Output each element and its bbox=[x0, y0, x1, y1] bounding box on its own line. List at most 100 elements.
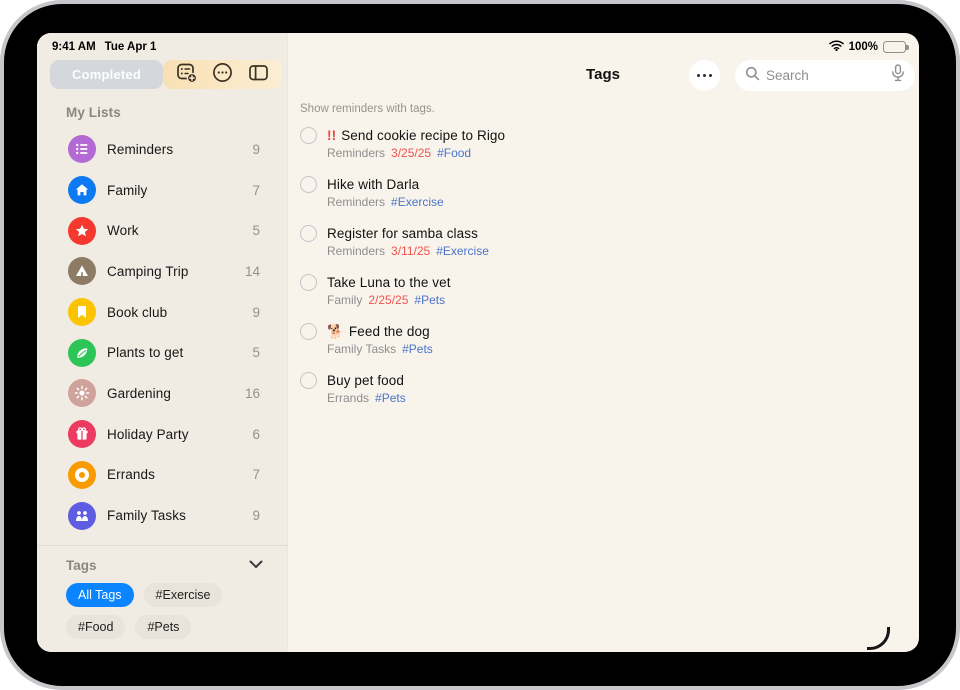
sidebar-item-gardening[interactable]: Gardening 16 bbox=[37, 373, 287, 414]
status-bar: 9:41 AM Tue Apr 1 100% bbox=[52, 39, 906, 55]
reminder-row[interactable]: Take Luna to the vet Family 2/25/25 #Pet… bbox=[300, 274, 720, 308]
date: Tue Apr 1 bbox=[105, 41, 157, 53]
chip-pets[interactable]: #Pets bbox=[135, 615, 191, 639]
sidebar-item-camping-trip[interactable]: Camping Trip 14 bbox=[37, 251, 287, 292]
list-label: Family Tasks bbox=[107, 508, 186, 523]
list-label: Book club bbox=[107, 305, 167, 320]
list-count: 5 bbox=[252, 223, 260, 238]
sidebar-columns-icon bbox=[247, 61, 270, 89]
reminder-tag[interactable]: #Pets bbox=[414, 293, 445, 308]
reminder-meta: Reminders 3/11/25 #Exercise bbox=[327, 244, 489, 259]
add-list-icon bbox=[175, 61, 198, 89]
checkbox-circle[interactable] bbox=[300, 127, 317, 144]
checkbox-circle[interactable] bbox=[300, 323, 317, 340]
chip-all-tags[interactable]: All Tags bbox=[66, 583, 134, 607]
my-lists: Reminders 9 Family 7 Wor bbox=[37, 129, 287, 536]
toggle-sidebar-button[interactable] bbox=[246, 63, 270, 87]
reminder-title: Register for samba class bbox=[327, 225, 489, 242]
completed-button[interactable]: Completed bbox=[50, 60, 163, 89]
my-lists-heading: My Lists bbox=[66, 105, 121, 120]
checkbox-circle[interactable] bbox=[300, 274, 317, 291]
page-title: Tags bbox=[287, 66, 919, 83]
ipad-illustration: 9:41 AM Tue Apr 1 100% Comple bbox=[0, 0, 960, 690]
screen-corner-arc bbox=[867, 627, 890, 650]
tags-section: Tags All Tags #Exercise #Food #Pets bbox=[37, 545, 287, 639]
sidebar-item-plants-to-get[interactable]: Plants to get 5 bbox=[37, 332, 287, 373]
wifi-icon bbox=[829, 40, 844, 54]
reminder-tag[interactable]: #Exercise bbox=[436, 244, 489, 259]
list-count: 9 bbox=[252, 305, 260, 320]
sidebar-item-errands[interactable]: Errands 7 bbox=[37, 455, 287, 496]
list-count: 7 bbox=[252, 467, 260, 482]
list-label: Camping Trip bbox=[107, 264, 188, 279]
chip-exercise[interactable]: #Exercise bbox=[144, 583, 223, 607]
sidebar-item-holiday-party[interactable]: Holiday Party 6 bbox=[37, 414, 287, 455]
reminder-title: Take Luna to the vet bbox=[327, 274, 451, 291]
reminder-list-name: Reminders bbox=[327, 244, 385, 259]
sidebar-item-reminders[interactable]: Reminders 9 bbox=[37, 129, 287, 170]
checkbox-circle[interactable] bbox=[300, 176, 317, 193]
bookmark-icon bbox=[68, 298, 96, 326]
list-count: 16 bbox=[245, 386, 260, 401]
reminder-tag[interactable]: #Pets bbox=[402, 342, 433, 357]
list-label: Errands bbox=[107, 467, 155, 482]
checkbox-circle[interactable] bbox=[300, 225, 317, 242]
reminder-list-name: Family bbox=[327, 293, 362, 308]
star-icon bbox=[68, 217, 96, 245]
tent-icon bbox=[68, 257, 96, 285]
tag-chips: All Tags #Exercise #Food #Pets bbox=[37, 574, 287, 639]
reminder-list-name: Errands bbox=[327, 391, 369, 406]
list-label: Work bbox=[107, 223, 139, 238]
chip-food[interactable]: #Food bbox=[66, 615, 125, 639]
clock: 9:41 AM bbox=[52, 41, 96, 53]
reminder-tag[interactable]: #Pets bbox=[375, 391, 406, 406]
bullet-list-icon bbox=[68, 135, 96, 163]
reminder-meta: Reminders #Exercise bbox=[327, 195, 444, 210]
reminder-meta: Family 2/25/25 #Pets bbox=[327, 293, 451, 308]
checkbox-circle[interactable] bbox=[300, 372, 317, 389]
list-count: 5 bbox=[252, 345, 260, 360]
list-count: 9 bbox=[252, 142, 260, 157]
screen: 9:41 AM Tue Apr 1 100% Comple bbox=[37, 33, 919, 652]
list-count: 7 bbox=[252, 183, 260, 198]
reminder-row[interactable]: !! Send cookie recipe to Rigo Reminders … bbox=[300, 127, 720, 161]
list-label: Plants to get bbox=[107, 345, 183, 360]
reminder-meta: Errands #Pets bbox=[327, 391, 406, 406]
reminder-meta: Family Tasks #Pets bbox=[327, 342, 433, 357]
list-count: 14 bbox=[245, 264, 260, 279]
reminder-date: 3/11/25 bbox=[391, 244, 430, 259]
sidebar-item-family-tasks[interactable]: Family Tasks 9 bbox=[37, 495, 287, 536]
reminder-meta: Reminders 3/25/25 #Food bbox=[327, 146, 505, 161]
reminder-tag[interactable]: #Food bbox=[437, 146, 471, 161]
reminder-title: Buy pet food bbox=[327, 372, 406, 389]
tags-description: Show reminders with tags. bbox=[300, 103, 435, 115]
toolbar-highlight bbox=[163, 60, 282, 89]
sidebar-item-family[interactable]: Family 7 bbox=[37, 170, 287, 211]
list-label: Gardening bbox=[107, 386, 171, 401]
reminder-date: 2/25/25 bbox=[368, 293, 408, 308]
leaf-icon bbox=[68, 339, 96, 367]
chevron-down-icon bbox=[249, 556, 263, 573]
sidebar: Completed bbox=[37, 33, 287, 652]
sidebar-item-book-club[interactable]: Book club 9 bbox=[37, 292, 287, 333]
reminder-tag[interactable]: #Exercise bbox=[391, 195, 444, 210]
sidebar-item-work[interactable]: Work 5 bbox=[37, 210, 287, 251]
more-options-sidebar-button[interactable] bbox=[210, 63, 234, 87]
reminder-row[interactable]: Register for samba class Reminders 3/11/… bbox=[300, 225, 720, 259]
tags-heading: Tags bbox=[66, 558, 97, 573]
list-count: 9 bbox=[252, 508, 260, 523]
people-icon bbox=[68, 502, 96, 530]
reminder-row[interactable]: 🐕 Feed the dog Family Tasks #Pets bbox=[300, 323, 720, 357]
reminder-row[interactable]: Hike with Darla Reminders #Exercise bbox=[300, 176, 720, 210]
home-icon bbox=[68, 176, 96, 204]
add-list-button[interactable] bbox=[175, 63, 199, 87]
battery-icon bbox=[883, 41, 906, 53]
reminder-title: 🐕 Feed the dog bbox=[327, 323, 433, 340]
reminder-list-name: Family Tasks bbox=[327, 342, 396, 357]
list-label: Holiday Party bbox=[107, 427, 189, 442]
battery-percent: 100% bbox=[849, 41, 878, 53]
ellipsis-circle-icon bbox=[211, 61, 234, 89]
collapse-tags-button[interactable] bbox=[249, 556, 263, 574]
reminder-row[interactable]: Buy pet food Errands #Pets bbox=[300, 372, 720, 406]
device-frame: 9:41 AM Tue Apr 1 100% Comple bbox=[0, 0, 960, 690]
